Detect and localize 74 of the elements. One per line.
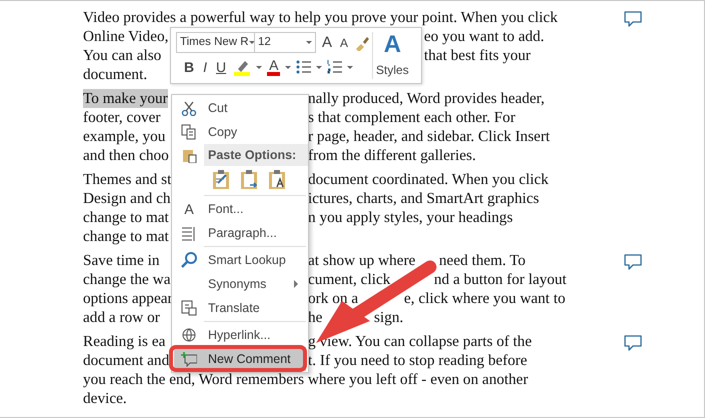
text-line: he — [308, 308, 322, 327]
text-line: Design and ch — [83, 189, 171, 208]
text-line: t. If you need to stop reading before — [308, 351, 528, 370]
italic-button[interactable]: I — [201, 58, 210, 76]
text-line: document and — [83, 351, 170, 370]
bullet-list-icon[interactable] — [296, 59, 312, 75]
text-line: eo you want to add. — [424, 27, 544, 46]
font-size-field[interactable]: 12 — [254, 32, 316, 53]
highlighter-icon[interactable] — [233, 58, 252, 76]
text-line: Reading is ea — [83, 332, 166, 351]
copy-icon — [181, 124, 197, 140]
text-line: e, click where you want to — [404, 289, 566, 308]
text-line: need them. To — [439, 251, 526, 270]
globe-icon — [181, 327, 197, 343]
text-line: document. — [83, 65, 148, 84]
text-line: ork on a — [308, 289, 358, 308]
magnifier-icon — [181, 252, 197, 268]
text-line: add a row or — [83, 308, 160, 327]
clipboard-icon — [181, 147, 197, 163]
text-line: you reach the end, Word remembers where you left off - even on another — [83, 370, 528, 389]
text-line: You can also — [83, 46, 162, 65]
text-line: sign. — [374, 308, 404, 327]
text-line: n you apply styles, your headings — [308, 208, 513, 227]
paste-option-icon[interactable] — [268, 169, 288, 191]
comment-icon — [181, 351, 197, 367]
text-line: device. — [83, 389, 127, 408]
text-line: change to mat — [83, 208, 169, 227]
numbered-list-icon[interactable] — [327, 59, 342, 75]
text-line: nd a button for layout — [434, 270, 567, 289]
underline-button[interactable]: U — [214, 58, 228, 76]
text-line: r page, header, and sidebar. Click Insert — [308, 127, 550, 146]
text-line: ictures, charts, and SmartArt graphics — [308, 189, 540, 208]
document-icon — [181, 300, 197, 316]
menu-item[interactable]: Smart Lookup — [174, 248, 306, 272]
text-line: Save time in — [83, 251, 160, 270]
menu-item[interactable]: Translate — [174, 296, 306, 320]
text-line: cument, click — [308, 270, 390, 289]
menu-item[interactable]: Cut — [174, 96, 306, 120]
paste-option-icon[interactable] — [240, 169, 260, 191]
text-line: document coordinated. When you click — [308, 170, 549, 189]
text-line: change the wa — [83, 270, 170, 289]
text-line: from the different galleries. — [308, 146, 476, 165]
text-line: footer, cover — [83, 108, 161, 127]
paragraph-icon — [181, 225, 197, 241]
menu-item[interactable]: Copy — [174, 120, 306, 144]
styles-icon[interactable]: A — [384, 32, 402, 58]
text-line: example, you — [83, 127, 166, 146]
font-glyph-icon: A — [184, 198, 194, 220]
paintbrush-icon[interactable] — [354, 34, 370, 50]
font-name-field[interactable]: Times New R — [176, 32, 255, 53]
menu-item[interactable]: A Font... — [174, 197, 306, 221]
styles-label: Styles — [376, 62, 409, 79]
text-line: and then choo — [83, 146, 169, 165]
bold-button[interactable]: B — [182, 58, 196, 76]
scissors-icon — [181, 100, 197, 116]
text-line: that best fits your — [424, 46, 531, 65]
menu-item[interactable]: Paragraph... — [174, 221, 306, 245]
comment-icon[interactable] — [623, 334, 643, 352]
text-line: nally produced, Word provides header, — [308, 89, 545, 108]
comment-icon[interactable] — [623, 253, 643, 271]
menu-item[interactable]: Hyperlink... — [174, 323, 306, 347]
comment-icon[interactable] — [623, 10, 643, 28]
text-line: at show up where — [308, 251, 416, 270]
menu-header: Paste Options: — [204, 144, 308, 166]
paste-option-icon[interactable] — [212, 169, 232, 191]
grow-font-button[interactable]: A — [320, 34, 334, 52]
font-color-button[interactable]: A — [267, 58, 280, 76]
menu-item[interactable]: Synonyms — [174, 272, 306, 296]
text-line: Online Video, — [83, 27, 168, 46]
text-line: Themes and st — [83, 170, 172, 189]
shrink-font-button[interactable]: A — [338, 34, 350, 52]
text-line: change to mat — [83, 227, 169, 246]
text-line: Video provides a powerful way to help you prove your point. When you click — [83, 8, 558, 27]
text-line: options appear — [83, 289, 173, 308]
